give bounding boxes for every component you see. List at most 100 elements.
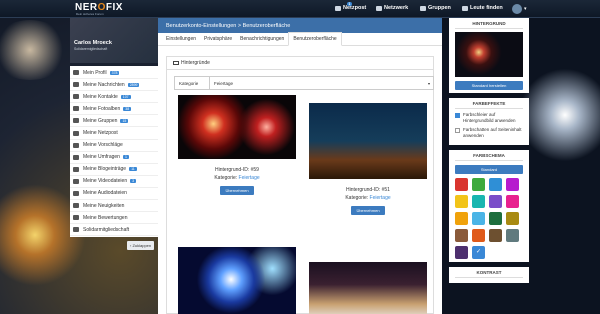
contrast-settings: KONTRAST [449, 267, 529, 283]
sidebar-item[interactable]: Meine Bewertungen [70, 212, 158, 225]
background-card [178, 247, 296, 314]
background-thumbnail[interactable] [178, 247, 296, 314]
nav-leute-finden[interactable]: Leute finden [462, 5, 503, 11]
sidebar-item[interactable]: Meine Kontakte 107 [70, 91, 158, 104]
sidebar-item-label: Meine Netzpost [83, 130, 118, 137]
sidebar-item[interactable]: Meine Neuigkeiten [70, 200, 158, 213]
chevron-down-icon[interactable]: ▾ [524, 6, 527, 12]
menu-item-icon [73, 203, 79, 209]
tab-einstellungen[interactable]: Einstellungen [162, 36, 200, 45]
sidebar-item-label: Meine Videodateien [83, 178, 128, 185]
tab-privatsphaere[interactable]: Privatsphäre [200, 36, 236, 45]
checkbox-checked[interactable] [455, 112, 460, 118]
nav-gruppen[interactable]: Gruppen [420, 5, 451, 11]
count-badge: 2899 [127, 82, 140, 87]
background-card: Hintergrund-ID: #59 Kategorie: Feiertage… [178, 95, 296, 195]
color-swatch[interactable] [455, 212, 468, 225]
color-swatch[interactable] [489, 195, 502, 208]
color-swatch[interactable] [455, 178, 468, 191]
section-title: KONTRAST [455, 270, 523, 278]
background-card [309, 262, 427, 314]
sidebar-item-label: Meine Audiodateien [83, 190, 127, 197]
color-swatch[interactable] [506, 212, 519, 225]
color-swatch[interactable] [506, 229, 519, 242]
checkbox-unchecked[interactable] [455, 127, 460, 133]
sidebar-item[interactable]: Mein Profil 378 [70, 67, 158, 80]
color-swatch[interactable] [455, 246, 468, 259]
count-badge: 1 [122, 155, 129, 160]
color-swatch[interactable] [506, 178, 519, 191]
sidebar-item[interactable]: Meine Videodateien 3 [70, 176, 158, 188]
sidebar-item-label: Solidarmitgliedschaft [83, 226, 130, 233]
nav-netzwerk[interactable]: Netzwerk [376, 5, 408, 11]
menu-item-icon [73, 82, 79, 88]
sidebar-item-label: Meine Gruppen [83, 117, 118, 124]
background-settings: HINTERGRUND Standard herstellen [449, 18, 529, 93]
sidebar-item[interactable]: Meine Gruppen 15 [70, 115, 158, 128]
category-link[interactable]: Feiertage [239, 175, 260, 181]
background-thumbnail[interactable] [309, 103, 427, 179]
color-swatch[interactable] [472, 212, 485, 225]
color-shadow-option[interactable]: Farbschatten auf Seiteninhalt anwenden [455, 127, 523, 139]
background-id: Hintergrund-ID: #59 [215, 167, 259, 173]
color-swatch[interactable] [506, 195, 519, 208]
menu-item-icon [73, 94, 79, 100]
current-background-preview [455, 32, 523, 77]
tab-benutzeroberflaeche[interactable]: Benutzeroberfläche [288, 32, 342, 46]
color-swatch[interactable] [455, 195, 468, 208]
monitor-icon [173, 61, 179, 65]
sidebar-item-label: Meine Umfragen [83, 154, 120, 161]
color-veil-option[interactable]: Farbschleier auf Hintergrundbild anwende… [455, 112, 523, 124]
sidebar-item[interactable]: Meine Audiodateien [70, 188, 158, 201]
color-swatch[interactable] [489, 229, 502, 242]
category-link[interactable]: Feiertage [370, 195, 391, 201]
sidebar-item[interactable]: Meine Vorschläge [70, 140, 158, 152]
standard-scheme-button[interactable]: Standard [455, 165, 523, 174]
sidebar-item[interactable]: Meine Umfragen 1 [70, 152, 158, 164]
background-id: Hintergrund-ID: #51 [346, 187, 390, 193]
sidebar-item[interactable]: Meine Fotoalben 38 [70, 103, 158, 116]
menu-item-icon [73, 154, 79, 160]
color-swatch[interactable]: ✓ [472, 246, 485, 259]
backgrounds-panel: Hintergründe Kategorie Feiertage ▾ Hinte… [166, 56, 434, 314]
count-badge: 15 [120, 118, 129, 123]
count-badge: 38 [123, 106, 132, 111]
color-swatch[interactable] [489, 178, 502, 191]
sidebar-item-label: Meine Fotoalben [83, 105, 121, 112]
sidebar-item[interactable]: Meine Nachrichten 2899 [70, 79, 158, 92]
color-swatch[interactable] [472, 229, 485, 242]
category-select[interactable]: Kategorie Feiertage ▾ [174, 76, 434, 90]
menu-item-icon [73, 70, 79, 76]
profile-card[interactable]: Carlos Mroeck Solidaremigliedschaft [70, 18, 158, 63]
sidebar-item-label: Meine Bewertungen [83, 214, 128, 221]
background-category: Kategorie: Feiertage [345, 195, 391, 201]
netzpost-badge: 1 [347, 2, 352, 6]
reset-background-button[interactable]: Standard herstellen [455, 81, 523, 90]
nav-netzpost[interactable]: Netzpost 1 [335, 2, 366, 11]
chevron-down-icon: ▾ [427, 80, 430, 86]
color-swatch[interactable] [489, 212, 502, 225]
color-effects: FARBEFFEKTE Farbschleier auf Hintergrund… [449, 98, 529, 145]
sidebar-item[interactable]: Meine Blogeinträge 11 [70, 164, 158, 176]
apply-button[interactable]: Übernehmen [220, 186, 254, 195]
section-title: FARBEFFEKTE [455, 101, 523, 109]
color-swatch[interactable] [472, 178, 485, 191]
category-value: Feiertage [209, 77, 425, 89]
color-swatch[interactable] [472, 195, 485, 208]
collapse-button[interactable]: ‹ Zuklappen [127, 241, 155, 251]
sidebar-item[interactable]: Meine Netzpost [70, 127, 158, 140]
color-swatch[interactable] [455, 229, 468, 242]
user-avatar[interactable] [512, 4, 522, 14]
tab-benachrichtigungen[interactable]: Benachrichtigungen [236, 36, 288, 45]
site-logo-subtitle: Dein sicheres Forum [76, 12, 104, 16]
apply-button[interactable]: Übernehmen [351, 206, 385, 215]
firework-decoration [520, 60, 600, 170]
sidebar-item-label: Meine Kontakte [83, 93, 118, 100]
panel-header: Hintergründe [167, 57, 433, 70]
menu-item-icon [73, 166, 79, 172]
breadcrumb: Benutzerkonto-Einstellungen > Benutzerob… [158, 18, 442, 33]
top-navbar: NEROFIX Dein sicheres Forum Netzpost 1 Ne… [0, 0, 600, 18]
background-thumbnail[interactable] [309, 262, 427, 314]
sidebar-item[interactable]: Solidarmitgliedschaft [70, 224, 158, 237]
background-thumbnail[interactable] [178, 95, 296, 159]
